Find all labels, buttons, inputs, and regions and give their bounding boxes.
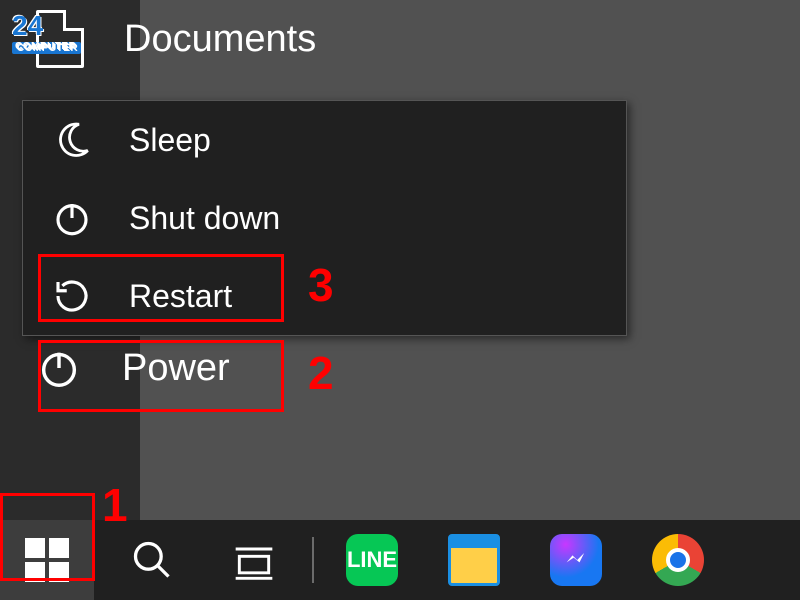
file-explorer-icon — [448, 534, 500, 586]
restart-label: Restart — [129, 278, 232, 315]
taskbar-app-explorer[interactable] — [430, 520, 518, 600]
power-icon — [51, 197, 93, 239]
restart-item[interactable]: Restart — [23, 257, 626, 335]
start-button[interactable] — [0, 520, 94, 600]
messenger-icon — [550, 534, 602, 586]
shutdown-item[interactable]: Shut down — [23, 179, 626, 257]
taskbar-app-chrome[interactable] — [634, 520, 722, 600]
documents-label: Documents — [124, 18, 316, 61]
line-app-icon: LINE — [346, 534, 398, 586]
chrome-icon — [652, 534, 704, 586]
taskbar-app-messenger[interactable] — [532, 520, 620, 600]
sleep-label: Sleep — [129, 122, 211, 159]
power-icon — [36, 345, 82, 391]
task-view-button[interactable] — [210, 520, 298, 600]
taskbar-app-line[interactable]: LINE — [328, 520, 416, 600]
moon-icon — [51, 119, 93, 161]
watermark-number: 24 — [12, 10, 43, 41]
restart-icon — [51, 275, 93, 317]
search-icon — [130, 538, 174, 582]
start-menu-power-button[interactable]: Power — [36, 345, 230, 391]
shutdown-label: Shut down — [129, 200, 280, 237]
taskbar: LINE — [0, 520, 800, 600]
power-label: Power — [122, 347, 230, 390]
sleep-item[interactable]: Sleep — [23, 101, 626, 179]
power-flyout-menu: Sleep Shut down Restart — [22, 100, 627, 336]
watermark-logo: 24 COMPUTER — [12, 12, 81, 54]
taskbar-separator — [312, 537, 314, 583]
windows-icon — [25, 538, 69, 582]
watermark-word: COMPUTER — [12, 42, 81, 54]
search-button[interactable] — [108, 520, 196, 600]
task-view-icon — [232, 538, 276, 582]
